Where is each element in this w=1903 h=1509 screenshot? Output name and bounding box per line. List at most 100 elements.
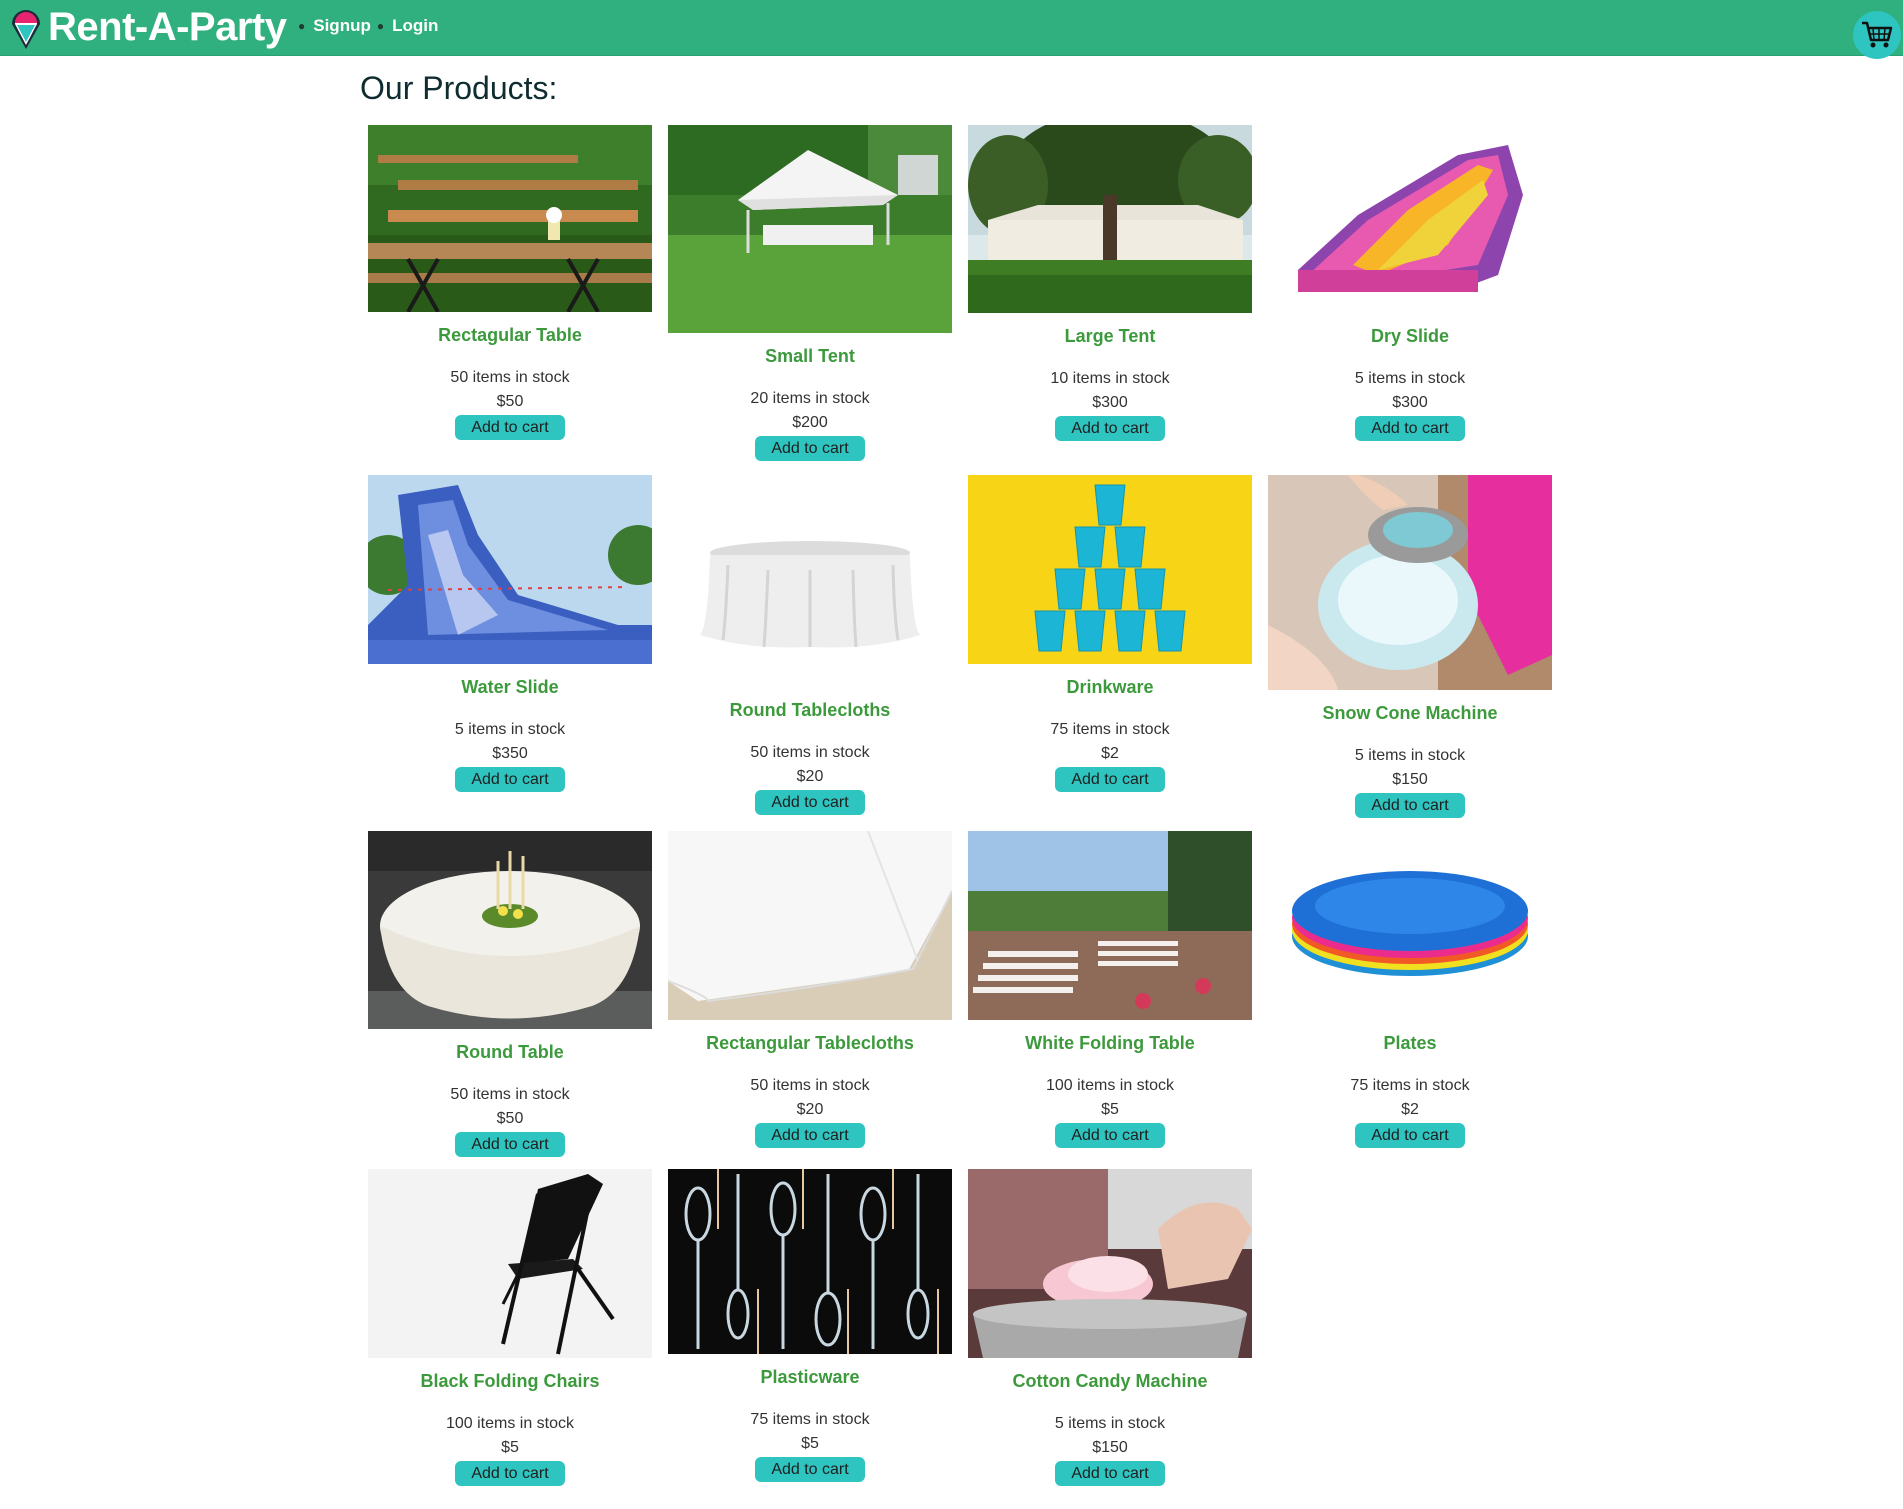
- product-card: Plates 75 items in stock $2 Add to cart: [1268, 831, 1552, 1148]
- product-name[interactable]: Round Tablecloths: [668, 700, 952, 720]
- product-card: Plasticware 75 items in stock $5 Add to …: [668, 1169, 952, 1482]
- product-image-black-folding-chairs[interactable]: [368, 1169, 652, 1358]
- product-image-dry-slide[interactable]: [1268, 125, 1552, 313]
- product-card: Round Table 50 items in stock $50 Add to…: [368, 831, 652, 1157]
- nav-item-login: ● Login: [377, 16, 445, 36]
- product-price: $300: [1092, 394, 1128, 411]
- product-stock: 75 items in stock: [1350, 1077, 1470, 1094]
- product-image-water-slide[interactable]: [368, 475, 652, 664]
- product-price: $20: [796, 1101, 824, 1118]
- product-name[interactable]: Drinkware: [968, 677, 1252, 697]
- product-name[interactable]: Rectangular Tablecloths: [668, 1033, 952, 1053]
- product-card: Rectangular Tablecloths 50 items in stoc…: [668, 831, 952, 1148]
- product-name[interactable]: Snow Cone Machine: [1268, 703, 1552, 723]
- product-card: White Folding Table 100 items in stock $…: [968, 831, 1252, 1148]
- product-image-round-table[interactable]: [368, 831, 652, 1029]
- product-card: Black Folding Chairs 100 items in stock …: [368, 1169, 652, 1486]
- product-image-round-tablecloths[interactable]: [668, 475, 952, 687]
- nav-links: ● Signup ● Login: [298, 16, 444, 36]
- login-link[interactable]: Login: [392, 16, 438, 36]
- navbar: Rent-A-Party ● Signup ● Login: [0, 0, 1903, 59]
- bullet-icon: ●: [376, 19, 385, 33]
- add-to-cart-button[interactable]: Add to cart: [1055, 767, 1165, 792]
- product-name[interactable]: Plasticware: [668, 1367, 952, 1387]
- snow-cone-logo-icon: [12, 10, 40, 49]
- product-image-small-tent[interactable]: [668, 125, 952, 333]
- product-stock: 5 items in stock: [454, 721, 566, 738]
- signup-link[interactable]: Signup: [313, 16, 371, 36]
- product-image-snow-cone-machine[interactable]: [1268, 475, 1552, 690]
- add-to-cart-button[interactable]: Add to cart: [755, 1123, 865, 1148]
- shopping-cart-icon: [1862, 21, 1893, 48]
- product-price: $350: [492, 745, 528, 762]
- product-price: $150: [1392, 771, 1428, 788]
- product-stock: 75 items in stock: [750, 1411, 870, 1428]
- product-name[interactable]: White Folding Table: [968, 1033, 1252, 1053]
- product-stock: 5 items in stock: [1354, 747, 1466, 764]
- product-stock: 5 items in stock: [1054, 1415, 1166, 1432]
- product-card: Dry Slide 5 items in stock $300 Add to c…: [1268, 125, 1552, 441]
- product-price: $50: [496, 1110, 524, 1127]
- product-price: $300: [1392, 394, 1428, 411]
- product-stock: 10 items in stock: [1050, 370, 1170, 387]
- product-price: $2: [1401, 1101, 1419, 1118]
- product-name[interactable]: Round Table: [368, 1042, 652, 1062]
- product-image-plasticware[interactable]: [668, 1169, 952, 1354]
- add-to-cart-button[interactable]: Add to cart: [755, 436, 865, 461]
- add-to-cart-button[interactable]: Add to cart: [455, 1461, 565, 1486]
- nav-item-signup: ● Signup: [298, 16, 377, 36]
- add-to-cart-button[interactable]: Add to cart: [1055, 1461, 1165, 1486]
- add-to-cart-button[interactable]: Add to cart: [1355, 416, 1465, 441]
- product-card: Large Tent 10 items in stock $300 Add to…: [968, 125, 1252, 441]
- add-to-cart-button[interactable]: Add to cart: [455, 767, 565, 792]
- product-price: $5: [801, 1435, 819, 1452]
- product-name[interactable]: Dry Slide: [1268, 326, 1552, 346]
- product-card: Drinkware 75 items in stock $2 Add to ca…: [968, 475, 1252, 792]
- product-card: Small Tent 20 items in stock $200 Add to…: [668, 125, 952, 461]
- product-price: $50: [496, 393, 524, 410]
- product-price: $5: [1101, 1101, 1119, 1118]
- cart-button[interactable]: [1853, 11, 1901, 59]
- product-price: $5: [501, 1439, 519, 1456]
- product-card: Cotton Candy Machine 5 items in stock $1…: [968, 1169, 1252, 1486]
- product-stock: 100 items in stock: [445, 1415, 575, 1432]
- product-stock: 100 items in stock: [1045, 1077, 1175, 1094]
- page-title: Our Products:: [360, 70, 558, 106]
- add-to-cart-button[interactable]: Add to cart: [1055, 416, 1165, 441]
- add-to-cart-button[interactable]: Add to cart: [1355, 793, 1465, 818]
- product-card: Snow Cone Machine 5 items in stock $150 …: [1268, 475, 1552, 818]
- brand-title[interactable]: Rent-A-Party: [48, 3, 287, 51]
- product-image-large-tent[interactable]: [968, 125, 1252, 313]
- product-image-rectangular-tablecloths[interactable]: [668, 831, 952, 1020]
- product-image-rectangular-table[interactable]: [368, 125, 652, 312]
- add-to-cart-button[interactable]: Add to cart: [1055, 1123, 1165, 1148]
- product-name[interactable]: Plates: [1268, 1033, 1552, 1053]
- product-name[interactable]: Large Tent: [968, 326, 1252, 346]
- product-price: $200: [792, 414, 828, 431]
- product-stock: 50 items in stock: [750, 1077, 870, 1094]
- add-to-cart-button[interactable]: Add to cart: [755, 1457, 865, 1482]
- add-to-cart-button[interactable]: Add to cart: [455, 1132, 565, 1157]
- product-stock: 5 items in stock: [1354, 370, 1466, 387]
- product-stock: 50 items in stock: [750, 744, 870, 761]
- product-name[interactable]: Small Tent: [668, 346, 952, 366]
- product-image-drinkware[interactable]: [968, 475, 1252, 664]
- add-to-cart-button[interactable]: Add to cart: [755, 790, 865, 815]
- product-image-plates[interactable]: [1268, 831, 1552, 1020]
- product-price: $2: [1101, 745, 1119, 762]
- product-image-white-folding-table[interactable]: [968, 831, 1252, 1020]
- add-to-cart-button[interactable]: Add to cart: [1355, 1123, 1465, 1148]
- product-image-cotton-candy-machine[interactable]: [968, 1169, 1252, 1358]
- product-price: $150: [1092, 1439, 1128, 1456]
- bullet-icon: ●: [298, 19, 306, 33]
- product-card: Rectagular Table 50 items in stock $50 A…: [368, 125, 652, 440]
- product-card: Water Slide 5 items in stock $350 Add to…: [368, 475, 652, 792]
- product-name[interactable]: Rectagular Table: [368, 325, 652, 345]
- add-to-cart-button[interactable]: Add to cart: [455, 415, 565, 440]
- product-name[interactable]: Cotton Candy Machine: [968, 1371, 1252, 1391]
- product-stock: 20 items in stock: [750, 390, 870, 407]
- product-stock: 50 items in stock: [450, 369, 570, 386]
- product-name[interactable]: Black Folding Chairs: [368, 1371, 652, 1391]
- product-stock: 75 items in stock: [1050, 721, 1170, 738]
- product-name[interactable]: Water Slide: [368, 677, 652, 697]
